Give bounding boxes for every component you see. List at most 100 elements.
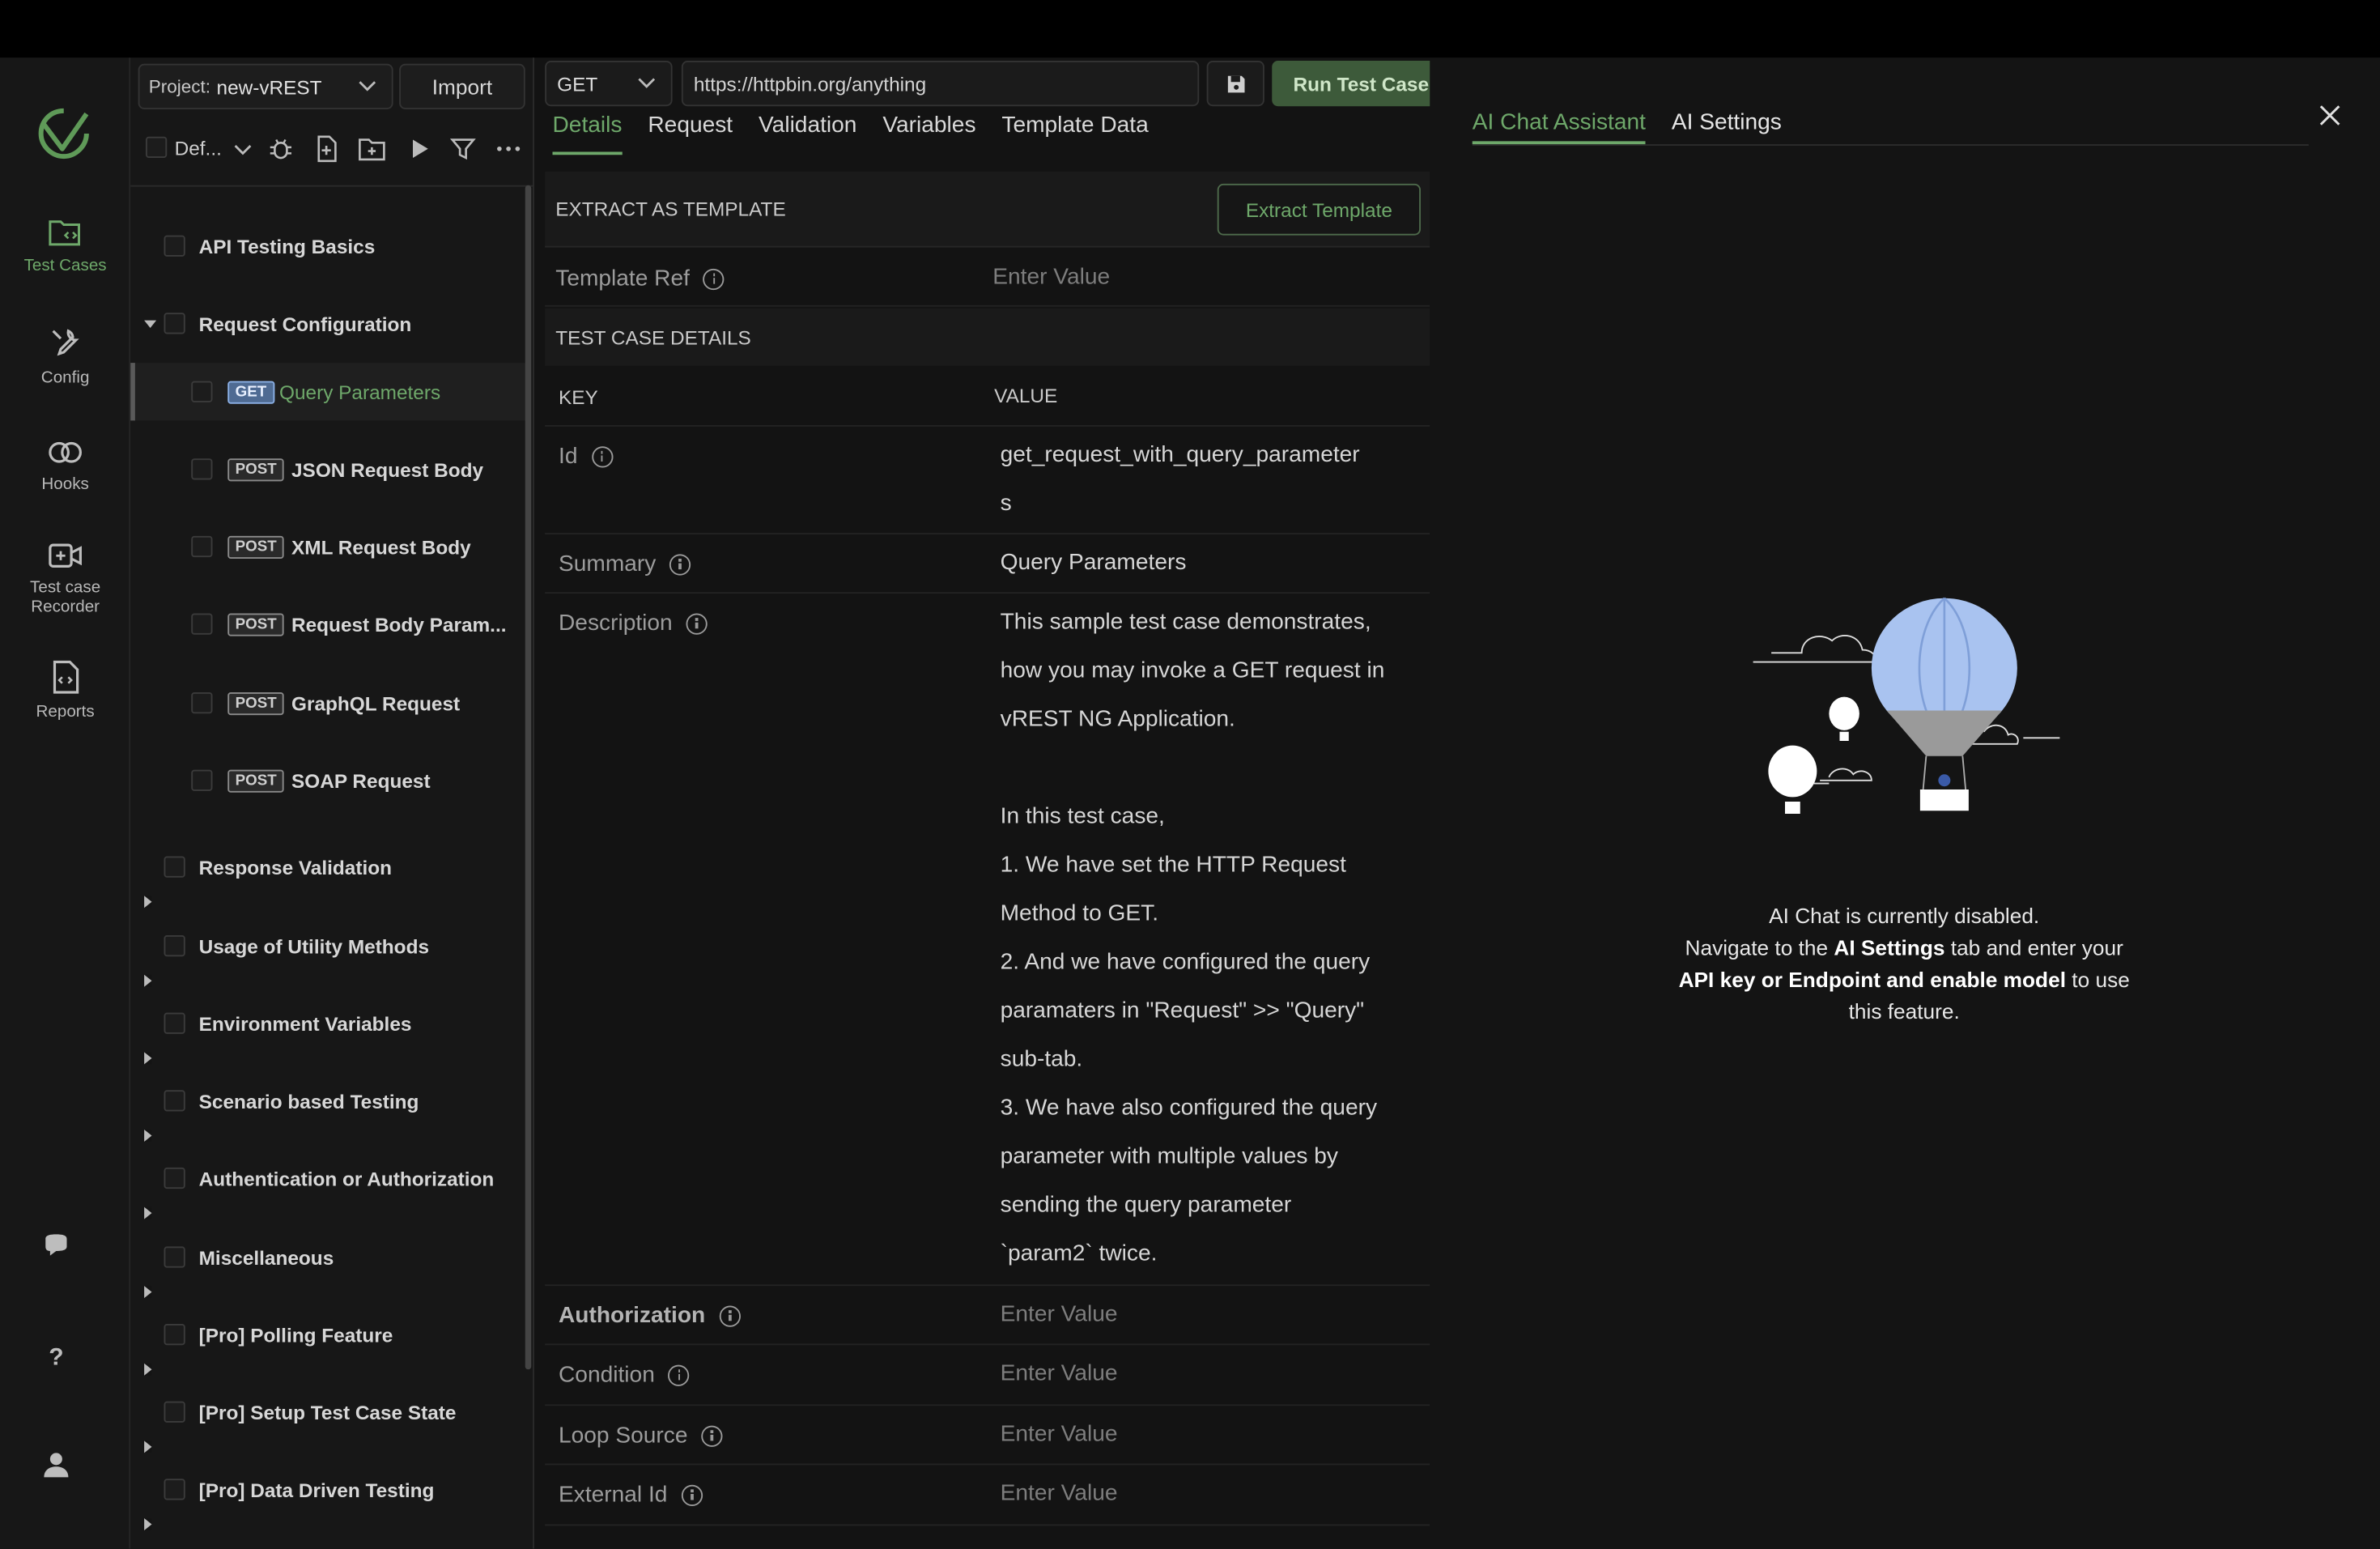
checkbox[interactable] xyxy=(164,935,185,957)
help-icon[interactable]: ? xyxy=(40,1339,73,1372)
tree-test-case[interactable]: GET Query Parameters xyxy=(130,363,529,421)
tree-folder[interactable]: [Pro] Polling Feature xyxy=(130,1306,528,1376)
checkbox[interactable] xyxy=(191,381,213,402)
import-button[interactable]: Import xyxy=(399,63,525,109)
caret-right-icon[interactable] xyxy=(144,1363,152,1376)
tree-test-case[interactable]: POST SOAP Request xyxy=(130,751,528,809)
authorization-row: Authorization Enter Value xyxy=(545,1286,1430,1346)
tab-template-data[interactable]: Template Data xyxy=(1001,113,1148,155)
chat-bubble-icon[interactable] xyxy=(40,1230,73,1263)
description-value[interactable]: This sample test case demonstrates, how … xyxy=(1001,598,1410,1279)
hooks-icon xyxy=(49,441,82,463)
tab-validation[interactable]: Validation xyxy=(759,113,856,155)
info-icon[interactable] xyxy=(701,1424,723,1446)
checkbox[interactable] xyxy=(164,1324,185,1346)
select-all-checkbox[interactable] xyxy=(146,136,168,158)
condition-input[interactable]: Enter Value xyxy=(1001,1350,1410,1398)
tree-folder[interactable]: Scenario based Testing xyxy=(130,1072,528,1142)
checkbox[interactable] xyxy=(164,313,185,334)
info-icon[interactable] xyxy=(703,267,725,290)
nav-reports[interactable]: Reports xyxy=(0,659,130,721)
tree-folder[interactable]: [Pro] Data Driven Testing xyxy=(130,1461,528,1530)
checkbox[interactable] xyxy=(164,1167,185,1189)
info-icon[interactable] xyxy=(591,445,613,467)
caret-down-icon[interactable] xyxy=(144,319,157,328)
checkbox[interactable] xyxy=(191,613,213,635)
checkbox[interactable] xyxy=(164,1479,185,1500)
tree-test-case[interactable]: POST JSON Request Body xyxy=(130,440,528,498)
nav-test-cases[interactable]: Test Cases xyxy=(0,215,130,274)
chevron-down-icon[interactable] xyxy=(227,134,258,164)
info-icon[interactable] xyxy=(681,1483,703,1506)
vrest-logo-icon[interactable] xyxy=(36,106,91,161)
summary-value[interactable]: Query Parameters xyxy=(1001,539,1410,588)
id-value[interactable]: get_request_with_query_parameter s xyxy=(1001,432,1410,529)
method-badge: POST xyxy=(227,534,285,559)
checkbox[interactable] xyxy=(164,1246,185,1268)
checkbox[interactable] xyxy=(191,692,213,714)
save-button[interactable] xyxy=(1206,61,1264,107)
filter-dropdown[interactable]: Def... xyxy=(175,137,222,160)
run-test-case-button[interactable]: Run Test Case xyxy=(1272,61,1439,107)
checkbox[interactable] xyxy=(164,856,185,878)
tab-ai-chat-assistant[interactable]: AI Chat Assistant xyxy=(1472,109,1646,145)
caret-right-icon[interactable] xyxy=(144,1286,152,1299)
nav-config[interactable]: Config xyxy=(0,325,130,387)
checkbox[interactable] xyxy=(164,1401,185,1423)
caret-right-icon[interactable] xyxy=(144,1052,152,1065)
caret-right-icon[interactable] xyxy=(144,1206,152,1219)
loop-source-input[interactable]: Enter Value xyxy=(1001,1411,1410,1459)
tree-folder[interactable]: [Pro] Setup Test Case State xyxy=(130,1383,528,1453)
project-select[interactable]: Project: new-vREST xyxy=(138,63,393,109)
nav-test-case-recorder[interactable]: Test case Recorder xyxy=(0,541,130,619)
checkbox[interactable] xyxy=(164,1090,185,1112)
tab-request[interactable]: Request xyxy=(648,113,733,155)
tree-test-case[interactable]: POST XML Request Body xyxy=(130,517,528,575)
template-ref-row: Template Ref Enter Value xyxy=(545,249,1430,307)
checkbox[interactable] xyxy=(191,769,213,791)
nav-label: Hooks xyxy=(41,474,89,494)
checkbox[interactable] xyxy=(164,1012,185,1034)
checkbox[interactable] xyxy=(164,235,185,257)
tree-folder[interactable]: Usage of Utility Methods xyxy=(130,917,528,987)
nav-hooks[interactable]: Hooks xyxy=(0,437,130,493)
bug-icon[interactable] xyxy=(266,134,296,164)
play-icon[interactable] xyxy=(404,134,435,164)
more-icon[interactable] xyxy=(493,134,524,164)
tree-test-case[interactable]: POST GraphQL Request xyxy=(130,674,528,732)
tree-folder[interactable]: Response Validation xyxy=(130,838,528,909)
caret-right-icon[interactable] xyxy=(144,1440,152,1453)
tree-folder[interactable]: Request Configuration xyxy=(130,295,528,352)
user-icon[interactable] xyxy=(40,1449,73,1482)
tree-folder[interactable]: API Testing Basics xyxy=(130,217,528,274)
filter-icon[interactable] xyxy=(448,134,478,164)
caret-right-icon[interactable] xyxy=(144,896,152,909)
tree-test-case[interactable]: POST Request Body Param... xyxy=(130,595,528,653)
description-row: Description This sample test case demons… xyxy=(545,594,1430,1287)
info-icon[interactable] xyxy=(668,1364,690,1385)
tree-folder[interactable]: Environment Variables xyxy=(130,994,528,1065)
tab-details[interactable]: Details xyxy=(552,113,623,155)
tree-folder[interactable]: Authentication or Authorization xyxy=(130,1149,528,1219)
authorization-input[interactable]: Enter Value xyxy=(1001,1291,1410,1339)
info-icon[interactable] xyxy=(719,1304,741,1326)
url-input[interactable]: https://httpbin.org/anything xyxy=(681,61,1200,107)
tree-scrollbar[interactable] xyxy=(525,185,532,1370)
tab-variables[interactable]: Variables xyxy=(882,113,975,155)
external-id-input[interactable]: Enter Value xyxy=(1001,1470,1410,1518)
extract-template-button[interactable]: Extract Template xyxy=(1217,183,1421,236)
add-folder-icon[interactable] xyxy=(357,134,388,164)
info-icon[interactable] xyxy=(669,553,691,575)
caret-right-icon[interactable] xyxy=(144,1518,152,1530)
close-icon[interactable] xyxy=(2318,104,2342,128)
http-method-select[interactable]: GET xyxy=(545,61,673,107)
add-file-icon[interactable] xyxy=(311,134,342,164)
template-ref-input[interactable]: Enter Value xyxy=(992,253,1402,302)
tab-ai-settings[interactable]: AI Settings xyxy=(1672,109,1782,144)
caret-right-icon[interactable] xyxy=(144,1130,152,1142)
checkbox[interactable] xyxy=(191,535,213,558)
caret-right-icon[interactable] xyxy=(144,974,152,987)
info-icon[interactable] xyxy=(686,612,708,634)
tree-folder[interactable]: Miscellaneous xyxy=(130,1228,528,1299)
checkbox[interactable] xyxy=(191,458,213,480)
